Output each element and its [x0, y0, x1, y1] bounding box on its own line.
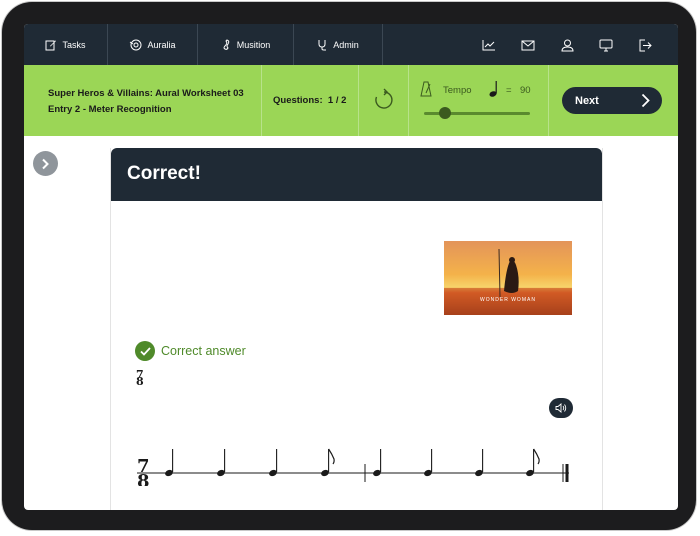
worksheet-info: Super Heros & Villains: Aural Worksheet … [48, 86, 244, 118]
time-signature-bottom: 8 [136, 375, 144, 388]
correct-answer-label: Correct answer [161, 344, 246, 358]
nav-admin-label: Admin [333, 39, 359, 50]
chevron-right-icon [641, 93, 650, 108]
stethoscope-icon [318, 39, 327, 50]
worksheet-entry: Entry 2 - Meter Recognition [48, 104, 172, 115]
refresh-icon[interactable] [372, 88, 396, 112]
user-icon[interactable] [558, 36, 576, 54]
next-button[interactable]: Next [562, 87, 662, 114]
tempo-label: Tempo [443, 85, 472, 96]
questions-label: Questions: [273, 95, 323, 106]
tablet-frame: Tasks Auralia Musition Admin Super Heros… [2, 2, 696, 530]
tempo-value: 90 [520, 85, 531, 96]
app-screen: Tasks Auralia Musition Admin Super Heros… [24, 24, 678, 510]
worksheet-title: Super Heros & Villains: Aural Worksheet … [48, 88, 244, 99]
tempo-slider-thumb[interactable] [439, 107, 452, 119]
metronome-icon [420, 81, 432, 97]
musition-icon [223, 38, 230, 50]
rhythm-staff: 7 8 [137, 448, 569, 486]
worksheet-bar: Super Heros & Villains: Aural Worksheet … [24, 65, 678, 136]
quarter-note-icon [489, 81, 497, 97]
speaker-icon [555, 403, 567, 413]
divider [358, 65, 359, 136]
divider [261, 65, 262, 136]
nav-musition-label: Musition [236, 39, 271, 50]
chart-icon[interactable] [480, 36, 498, 54]
play-audio-button[interactable] [549, 398, 573, 418]
questions-counter: Questions: 1 / 2 [273, 95, 346, 106]
nav-musition[interactable]: Musition [198, 24, 294, 65]
correct-answer-status: Correct answer [135, 341, 246, 361]
logout-icon[interactable] [636, 36, 654, 54]
next-label: Next [575, 94, 599, 107]
quarter-note [217, 449, 226, 477]
check-circle-icon [135, 341, 155, 361]
quarter-note [424, 449, 433, 477]
quarter-note [475, 449, 484, 477]
divider [408, 65, 409, 136]
result-card: Correct! WONDER WOMAN Correct answer 7 8… [110, 148, 603, 510]
quarter-note [373, 449, 382, 477]
quarter-note [165, 449, 174, 477]
nav-tasks[interactable]: Tasks [24, 24, 108, 65]
poster-title: WONDER WOMAN [480, 297, 536, 303]
auralia-icon [130, 39, 142, 50]
nav-auralia-label: Auralia [147, 39, 176, 50]
movie-poster-image: WONDER WOMAN [444, 241, 572, 315]
time-signature-small: 7 8 [136, 369, 144, 388]
monitor-icon[interactable] [597, 36, 615, 54]
nav-auralia[interactable]: Auralia [108, 24, 198, 65]
chevron-right-icon [42, 158, 49, 169]
quarter-note [269, 449, 278, 477]
nav-admin[interactable]: Admin [294, 24, 383, 65]
top-navigation: Tasks Auralia Musition Admin [24, 24, 678, 65]
mail-icon[interactable] [519, 36, 537, 54]
edit-icon [45, 40, 57, 50]
questions-progress: 1 / 2 [327, 95, 347, 106]
divider [548, 65, 549, 136]
expand-sidebar-button[interactable] [33, 151, 58, 176]
time-signature-large-bottom: 8 [137, 471, 150, 486]
card-header: Correct! [111, 148, 602, 201]
tempo-equals: = [506, 85, 512, 96]
nav-tasks-label: Tasks [62, 39, 86, 50]
result-title: Correct! [127, 163, 201, 184]
